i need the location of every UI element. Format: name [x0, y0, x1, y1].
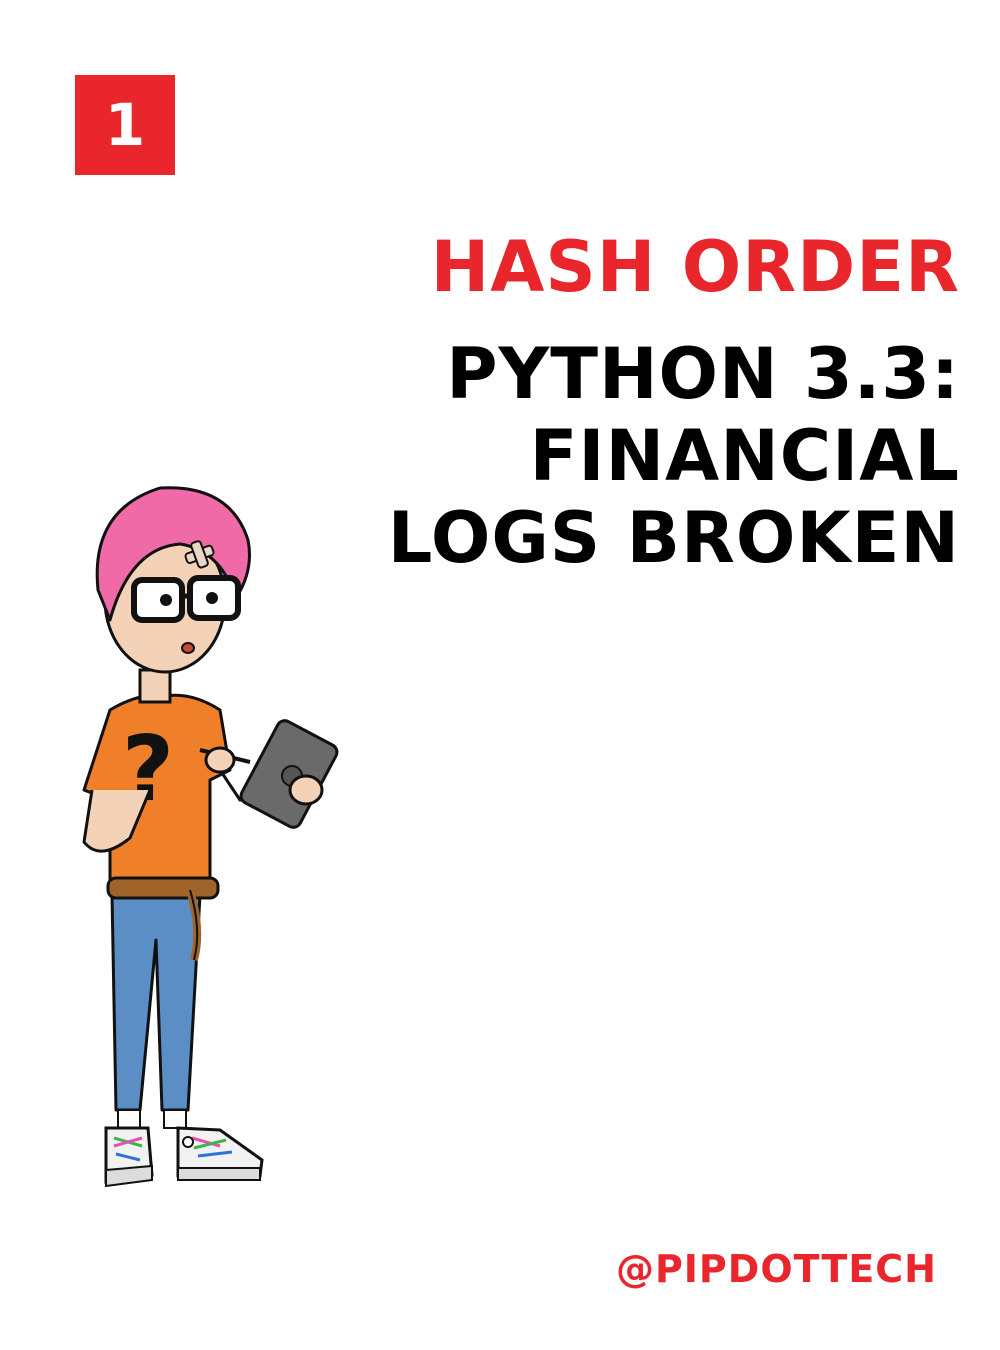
slide-number: 1 — [104, 91, 146, 159]
left-shoe — [104, 1126, 154, 1188]
tablet-device — [239, 719, 339, 829]
kicker-title: HASH ORDER — [430, 226, 960, 308]
glasses — [131, 577, 185, 623]
jeans — [110, 893, 202, 1112]
character-illustration: ? — [82, 486, 339, 1188]
headline-line-1: PYTHON 3.3: — [446, 333, 960, 415]
slide-number-badge: 1 — [75, 75, 175, 175]
title-block: HASH ORDER PYTHON 3.3: FINANCIAL LOGS BR… — [320, 232, 960, 580]
headline: PYTHON 3.3: FINANCIAL LOGS BROKEN — [320, 333, 960, 580]
headline-line-3: LOGS BROKEN — [387, 496, 960, 579]
right-shoe — [176, 1126, 264, 1181]
character-head — [95, 486, 251, 674]
headline-line-2: FINANCIAL — [529, 414, 960, 497]
author-handle: @PIPDOTTECH — [615, 1247, 937, 1291]
